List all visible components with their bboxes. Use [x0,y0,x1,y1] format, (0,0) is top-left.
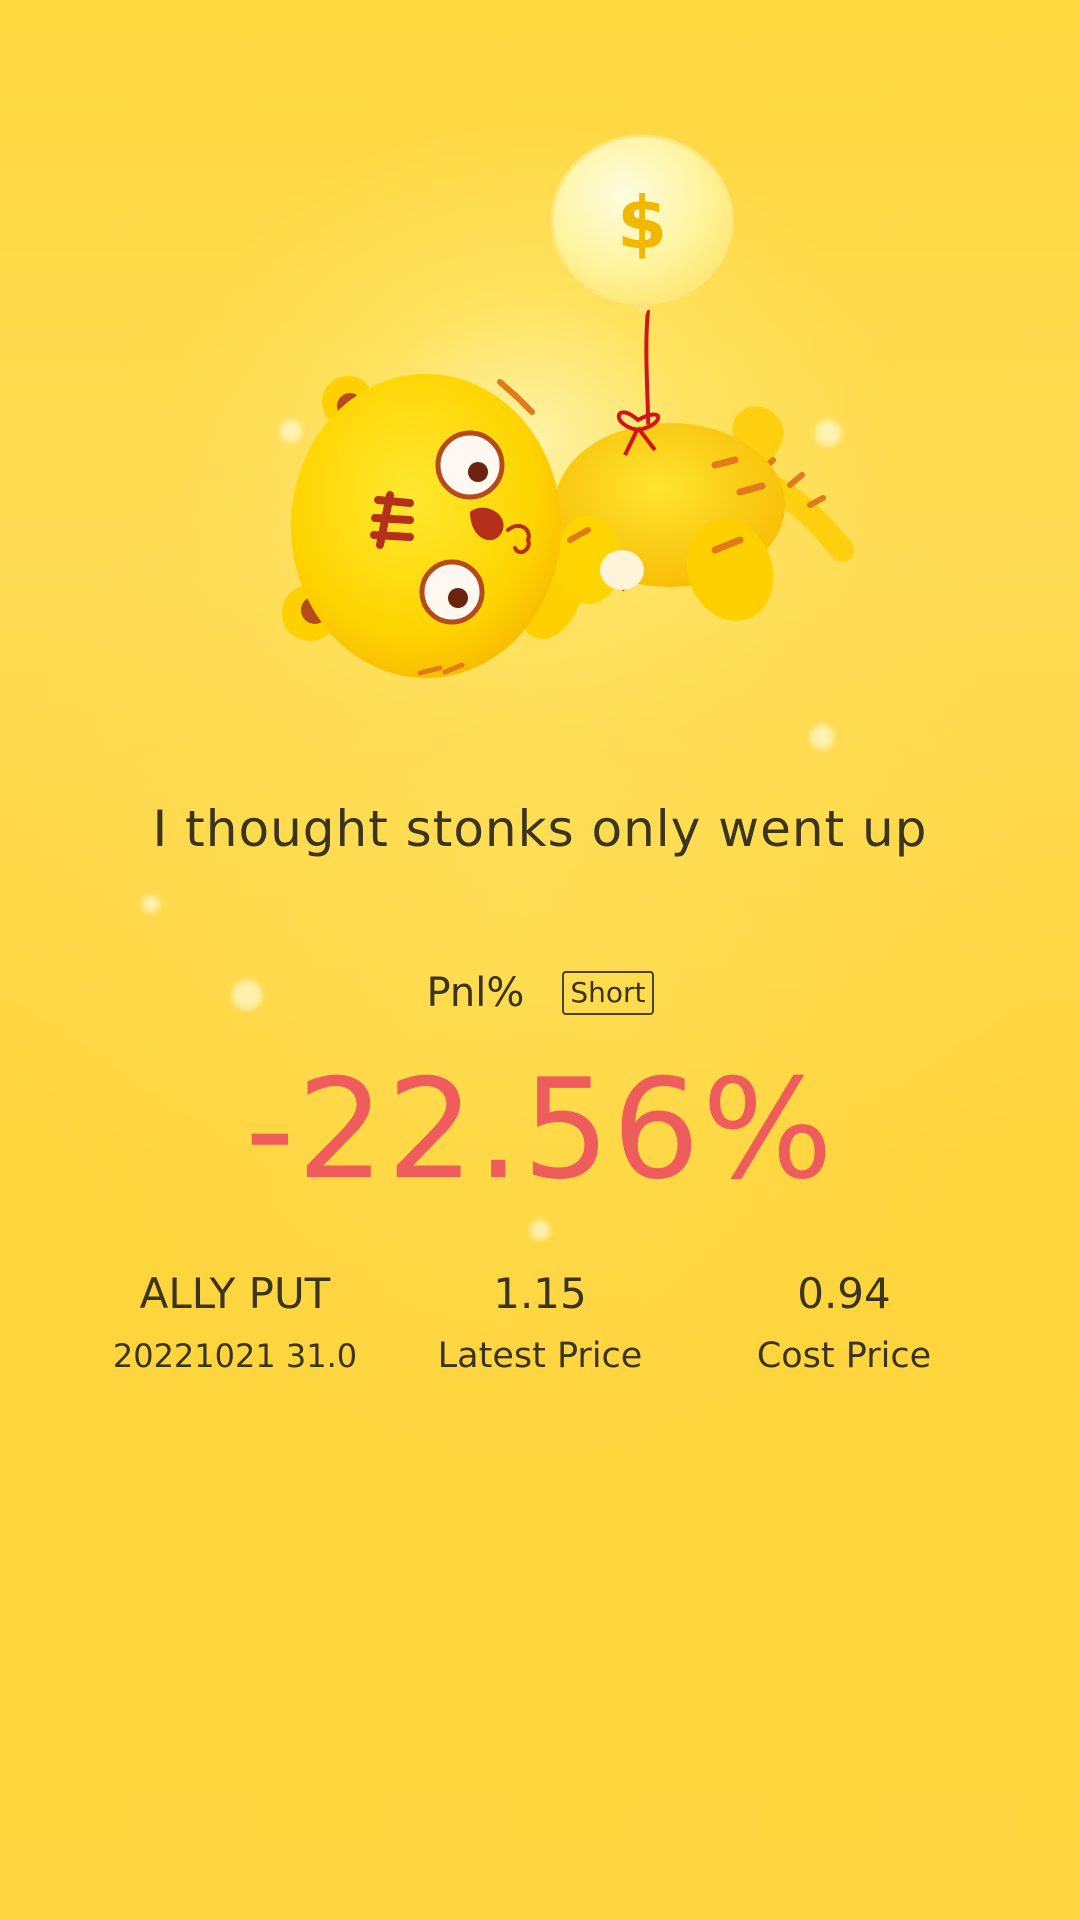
balloon: $ [550,134,734,314]
tiger-balloon-illustration: $ [282,134,854,678]
sparkle-decoration [142,895,160,913]
stat-symbol: ALLY PUT 20221021 31.0 [75,1266,395,1378]
latest-price-value: 1.15 [493,1269,587,1318]
pnl-label: Pnl% [426,970,525,1016]
stat-cost-price: 0.94 Cost Price [684,1266,1004,1378]
pnl-header: Pnl% Short [0,970,1080,1016]
latest-price-label: Latest Price [437,1336,643,1376]
stat-latest-price: 1.15 Latest Price [380,1266,700,1378]
symbol-name: ALLY PUT [139,1269,331,1318]
sparkle-decoration [810,725,834,749]
cost-price-label: Cost Price [756,1336,932,1376]
position-side-badge: Short [562,971,654,1015]
dollar-icon: $ [617,181,667,265]
tiger-head [282,374,561,678]
contract-detail: 20221021 31.0 [112,1337,358,1375]
tagline-text: I thought stonks only went up [152,800,928,858]
cost-price-value: 0.94 [797,1269,891,1318]
sparkle-decoration [530,1220,550,1240]
pnl-value: -22.56% [245,1049,835,1210]
